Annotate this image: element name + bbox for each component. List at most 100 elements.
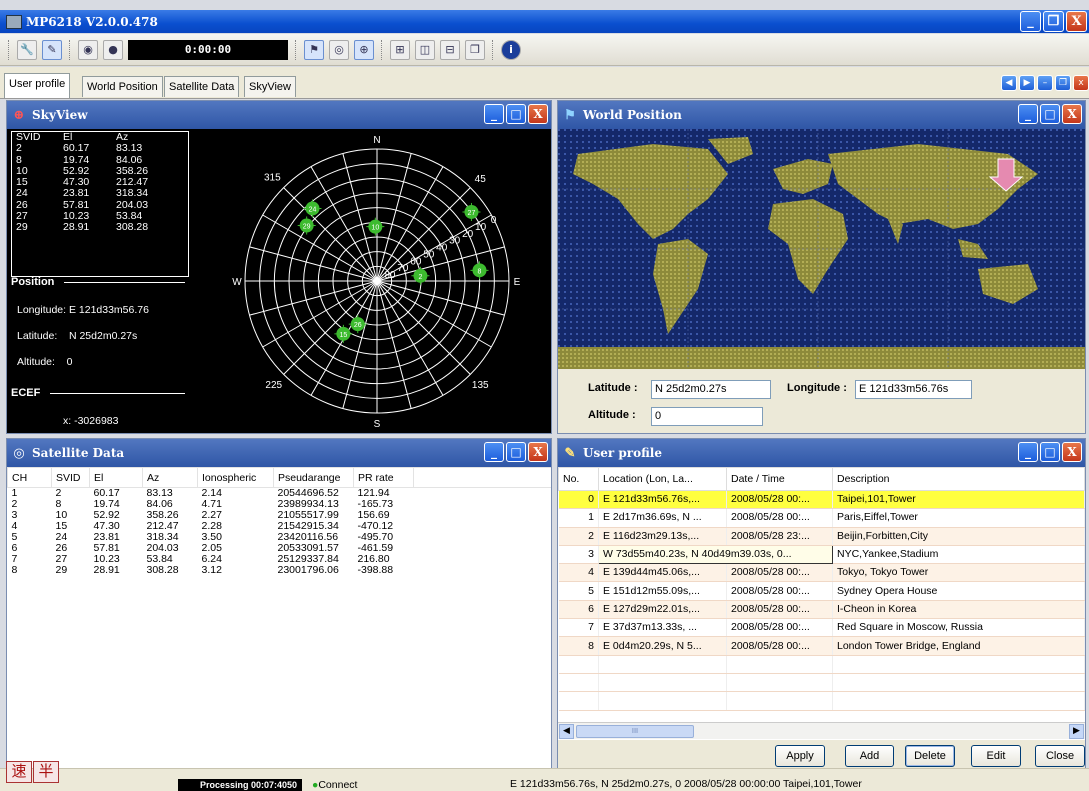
prev-window-icon[interactable]: ◀	[1001, 75, 1017, 91]
satdata-close-button[interactable]: X	[528, 442, 548, 462]
table-cell: 2008/05/28 00:...	[726, 563, 833, 583]
edit-button[interactable]: Edit	[971, 745, 1021, 767]
mdi-restore-icon[interactable]: ❐	[1055, 75, 1071, 91]
ring-label: 30	[449, 236, 461, 247]
scroll-thumb[interactable]: III	[576, 725, 694, 738]
table-row[interactable]: 8 29 28.91 308.28 3.12 23001796.06 -398.88	[8, 565, 552, 576]
cascade-icon[interactable]: ❐	[465, 39, 485, 60]
lifebuoy-icon[interactable]: ⊕	[354, 39, 374, 60]
tab-user-profile[interactable]: User profile	[4, 73, 71, 98]
apply-button[interactable]: Apply	[775, 745, 825, 767]
table-cell-filler	[414, 510, 552, 521]
col-ch[interactable]: CH	[7, 467, 52, 488]
world-longitude-field[interactable]: E 121d33m56.76s	[855, 380, 972, 399]
wrench-icon[interactable]: 🔧	[17, 39, 37, 60]
col-az[interactable]: Az	[142, 467, 198, 488]
tile-grid-icon[interactable]: ⊞	[390, 39, 410, 60]
table-row[interactable]: 0E 121d33m56.76s,... 2008/05/28 00:... Tai…	[558, 490, 1085, 510]
userprofile-close-button[interactable]: X	[1062, 442, 1082, 462]
table-row[interactable]: 8E 0d4m20.29s, N 5... 2008/05/28 00:... Lo…	[558, 636, 1085, 656]
tile-horizontal-icon[interactable]: ⊟	[440, 39, 460, 60]
mdi-close-icon[interactable]: x	[1073, 75, 1089, 91]
pencil-icon[interactable]: ✎	[42, 39, 62, 60]
compass-label-d225: 225	[265, 380, 282, 391]
table-row[interactable]: 7E 37d37m13.33s, ... 2008/05/28 00:... Red…	[558, 618, 1085, 638]
mdi-buttons: ◀ ▶ – ❐ x	[1001, 75, 1089, 91]
table-row[interactable]: 1E 2d17m36.69s, N ... 2008/05/28 00:... Pa…	[558, 508, 1085, 528]
polar-spoke	[376, 153, 412, 282]
ime-indicator[interactable]: 速 半	[6, 761, 60, 783]
table-cell: 0	[558, 490, 599, 510]
table-cell: Tokyo, Tokyo Tower	[832, 563, 1085, 583]
col-pseudarange[interactable]: Pseudarange	[273, 467, 354, 488]
table-row[interactable]: 6E 127d29m22.01s,... 2008/05/28 00:... I-C…	[558, 600, 1085, 620]
table-cell: 4	[558, 563, 599, 583]
ime-speed-icon[interactable]: 速	[6, 761, 32, 783]
add-button[interactable]: Add	[845, 745, 894, 767]
satellite-view-icon[interactable]: ◎	[329, 39, 349, 60]
satellite-label: 15	[339, 332, 347, 339]
world-altitude-label: Altitude :	[588, 409, 636, 421]
close-profile-button[interactable]: Close	[1035, 745, 1085, 767]
world-close-button[interactable]: X	[1062, 104, 1082, 124]
maximize-button[interactable]: ❐	[1043, 11, 1064, 32]
table-cell: 2008/05/28 00:...	[726, 490, 833, 510]
satdata-maximize-button[interactable]: □	[506, 442, 526, 462]
table-cell: Beijin,Forbitten,City	[832, 527, 1085, 546]
horizontal-scrollbar[interactable]: ◀ III ▶	[558, 722, 1085, 739]
flag-icon[interactable]: ⚑	[304, 39, 324, 60]
close-button[interactable]: X	[1066, 11, 1087, 32]
tab-satellite-data[interactable]: Satellite Data	[164, 76, 240, 97]
mdi-minimize-icon[interactable]: –	[1037, 75, 1053, 91]
col-datetime[interactable]: Date / Time	[726, 467, 833, 491]
table-cell: 28.91	[93, 564, 120, 576]
table-row[interactable]: 2E 116d23m29.13s,... 2008/05/28 23:... Bei…	[558, 527, 1085, 546]
col-location[interactable]: Location (Lon, La...	[598, 467, 727, 491]
col-ionospheric[interactable]: Ionospheric	[197, 467, 274, 488]
col-pr-rate[interactable]: PR rate	[353, 467, 414, 488]
toolbar-grip	[8, 39, 10, 60]
table-row[interactable]: 3W 73d55m40.23s, N 40d49m39.03s, 0... NYC…	[558, 544, 1085, 565]
table-cell	[598, 691, 727, 711]
tile-vertical-icon[interactable]: ◫	[415, 39, 435, 60]
skyview-maximize-button[interactable]: □	[506, 104, 526, 124]
world-minimize-button[interactable]: _	[1018, 104, 1038, 124]
scroll-left-icon[interactable]: ◀	[559, 724, 574, 739]
play-icon[interactable]: ◉	[78, 39, 98, 60]
delete-button[interactable]: Delete	[905, 745, 955, 767]
scroll-right-icon[interactable]: ▶	[1069, 724, 1084, 739]
skyview-table-row: 15 47.30 212.47	[12, 176, 188, 188]
latitude-label: Latitude:	[17, 330, 58, 342]
table-cell-filler	[414, 521, 552, 532]
world-latitude-field[interactable]: N 25d2m0.27s	[651, 380, 771, 399]
col-svid[interactable]: SVID	[51, 467, 90, 488]
userprofile-minimize-button[interactable]: _	[1018, 442, 1038, 462]
tab-world-position[interactable]: World Position	[82, 76, 163, 97]
satdata-minimize-button[interactable]: _	[484, 442, 504, 462]
next-window-icon[interactable]: ▶	[1019, 75, 1035, 91]
minimize-button[interactable]: _	[1020, 11, 1041, 32]
skyview-cell: 28.91	[63, 221, 90, 234]
scroll-thumb-grip: III	[631, 727, 639, 735]
world-maximize-button[interactable]: □	[1040, 104, 1060, 124]
table-row[interactable]: 4E 139d44m45.06s,... 2008/05/28 00:... Tok…	[558, 563, 1085, 583]
skyview-close-button[interactable]: X	[528, 104, 548, 124]
table-cell	[558, 691, 599, 711]
ime-halfwidth-icon[interactable]: 半	[33, 761, 59, 783]
table-cell: NYC,Yankee,Stadium	[832, 545, 1085, 565]
world-altitude-field[interactable]: 0	[651, 407, 763, 426]
userprofile-maximize-button[interactable]: □	[1040, 442, 1060, 462]
col-no[interactable]: No.	[558, 467, 599, 491]
table-cell: W 73d55m40.23s, N 40d49m39.03s, 0...	[598, 544, 833, 565]
toolbar-separator	[69, 39, 71, 60]
col-el[interactable]: El	[89, 467, 143, 488]
table-cell: 23001796.06	[277, 564, 339, 576]
title-bar: MP6218 V2.0.0.478 _ ❐ X	[0, 10, 1089, 33]
skyview-minimize-button[interactable]: _	[484, 104, 504, 124]
table-row[interactable]: 5E 151d12m55.09s,... 2008/05/28 00:... Syd…	[558, 581, 1085, 601]
info-icon[interactable]: i	[501, 39, 521, 60]
col-description[interactable]: Description	[832, 467, 1085, 491]
record-icon[interactable]: ●	[103, 39, 123, 60]
tab-skyview[interactable]: SkyView	[244, 76, 296, 97]
table-cell	[832, 673, 1085, 693]
